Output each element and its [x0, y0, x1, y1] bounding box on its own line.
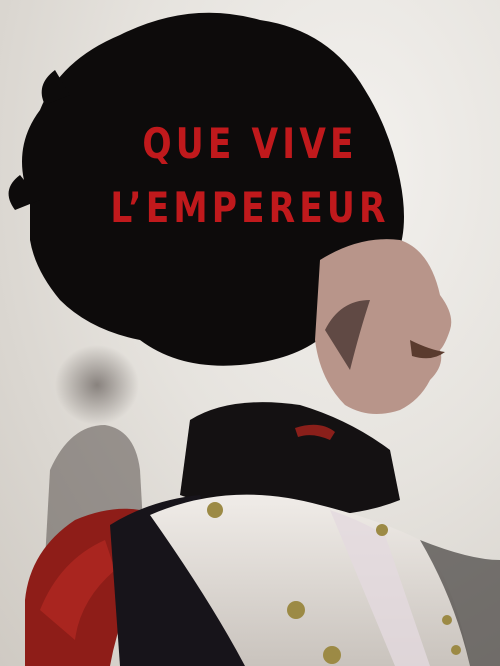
poster-artwork [8, 12, 500, 666]
poster-title: QUE VIVE L’EMPEREUR [45, 112, 455, 240]
title-line-1: QUE VIVE [142, 119, 358, 168]
film-poster: QUE VIVE L’EMPEREUR [0, 0, 500, 666]
title-line-2: L’EMPEREUR [110, 183, 390, 232]
